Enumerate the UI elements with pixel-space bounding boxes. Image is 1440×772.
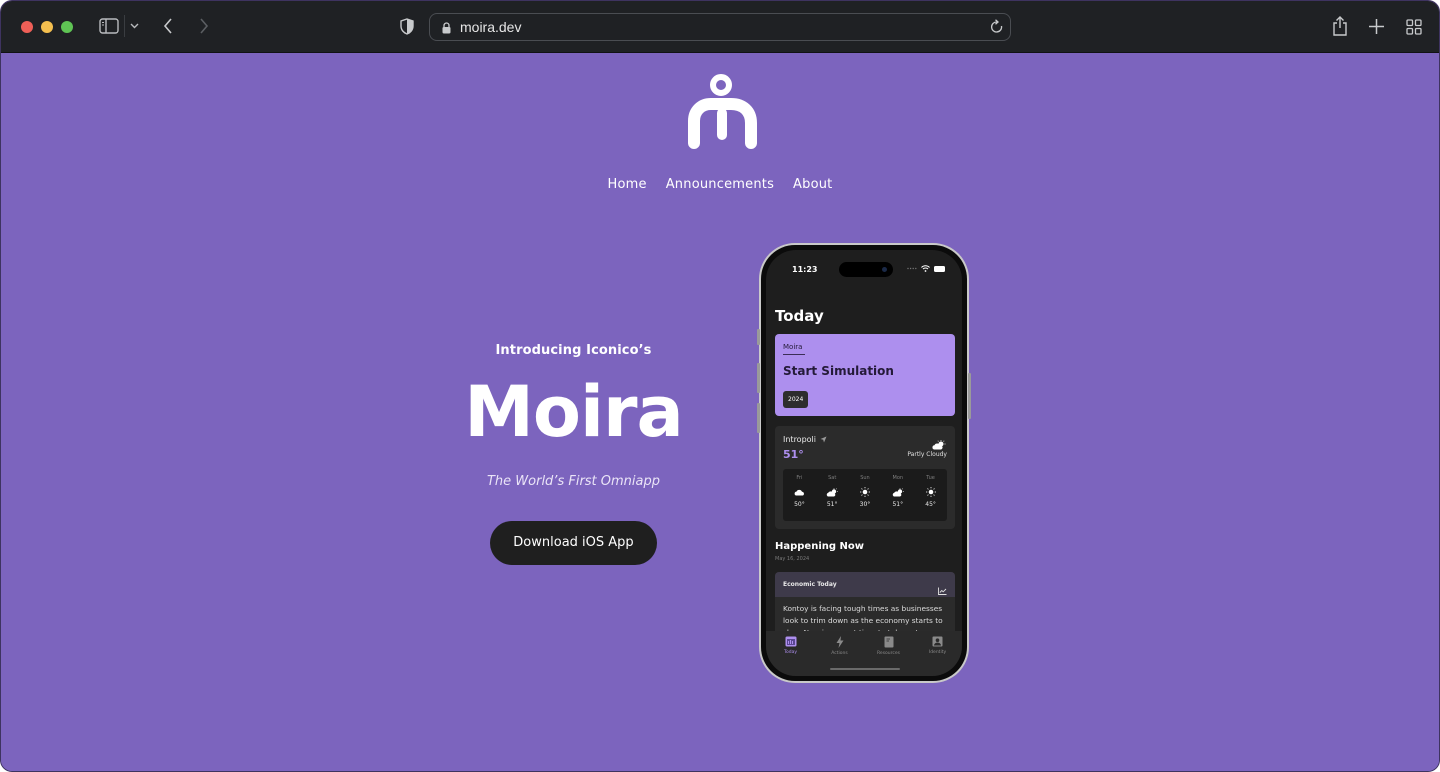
year-badge: 2024 [783,391,809,408]
tab-today[interactable]: Today [771,636,811,676]
shield-icon[interactable] [400,18,414,35]
nav-home[interactable]: Home [608,177,647,192]
hero-intro: Introducing Iconico’s [495,343,652,358]
forecast-day: Fri 50° [785,475,813,521]
hero: Introducing Iconico’s Moira The World’s … [421,343,726,565]
forecast-temp: 50° [794,501,805,508]
url-text[interactable]: moira.dev [460,19,521,35]
lock-icon [442,21,451,39]
calendar-icon [785,636,796,647]
forecast-day-name: Mon [892,475,904,481]
forecast-day: Mon 51° [884,475,912,521]
tab-overview-icon[interactable] [1406,19,1422,35]
share-icon[interactable] [1332,16,1348,36]
forecast-temp: 51° [826,501,838,508]
tab-resources[interactable]: Resources [869,636,909,676]
phone-bezel: 11:23 Today Moira Start Simulation 2024 [761,245,967,681]
location-arrow-icon [820,436,827,443]
home-indicator[interactable] [830,668,900,670]
nav-announcements[interactable]: Announcements [666,177,774,192]
tab-label: Today [783,650,797,655]
page-content: Home Announcements About Introducing Ico… [1,53,1439,771]
forecast-day-name: Sun [860,475,870,481]
forecast-day-name: Sat [828,475,837,481]
news-card-header: Economic Today [775,572,955,597]
happening-now-date: May 16, 2024 [775,556,810,562]
browser-window: moira.dev Home Announcements About Intro… [0,0,1440,772]
wifi-icon [921,265,930,272]
plus-icon[interactable] [1369,19,1384,34]
partly-cloudy-icon [826,485,839,499]
status-time: 11:23 [792,265,818,274]
back-arrow-icon[interactable] [163,18,173,34]
hero-title: Moira [464,371,684,453]
bolt-icon [836,636,843,648]
maximize-window-button[interactable] [61,21,73,33]
cloud-icon [794,485,805,499]
phone-screen: 11:23 Today Moira Start Simulation 2024 [766,250,962,676]
happening-now-heading: Happening Now [775,541,864,552]
sun-icon [859,485,870,499]
weather-current-temp: 51° [783,448,804,461]
sun-icon [925,485,936,499]
weather-city: Intropoli [783,435,827,444]
weather-condition: Partly Cloudy [907,451,947,458]
forward-arrow-icon[interactable] [199,18,209,34]
document-icon [884,636,893,648]
nav-about[interactable]: About [793,177,832,192]
weather-widget[interactable]: Intropoli 51° Partly Cloudy Fri 50° Sat … [775,426,955,529]
tab-label: Identity [928,650,947,655]
screen-title: Today [775,307,824,325]
signal-icon [907,267,917,270]
address-bar[interactable]: moira.dev [429,13,1011,41]
phone-mockup: 11:23 Today Moira Start Simulation 2024 [757,243,971,683]
tab-identity[interactable]: Identity [918,636,958,676]
sim-card-brand: Moira [783,343,805,355]
forecast-temp: 30° [859,501,871,508]
phone-side-button [968,373,971,419]
main-nav: Home Announcements About [1,177,1439,192]
forecast-day-name: Fri [796,475,803,481]
dynamic-island [839,262,893,277]
phone-side-button [757,329,760,345]
weather-city-name: Intropoli [783,435,816,444]
minimize-window-button[interactable] [41,21,53,33]
sidebar-icon[interactable] [99,18,119,34]
forecast-day: Sat 51° [818,475,846,521]
camera-icon [882,267,887,272]
reload-icon[interactable] [990,19,1004,40]
person-badge-icon [932,636,943,647]
forecast-day: Sun 30° [851,475,879,521]
moira-logo[interactable] [687,73,757,151]
forecast-temp: 51° [892,501,904,508]
tab-label: Actions [831,651,848,656]
status-icons [907,265,946,272]
phone-side-button [757,363,760,393]
forecast-day: Tue 45° [917,475,945,521]
tab-label: Resources [877,651,900,656]
weather-forecast: Fri 50° Sat 51° Sun 30° Mon 51° Tue 45° [783,469,947,521]
forecast-day-name: Tue [926,475,935,481]
tab-actions[interactable]: Actions [820,636,860,676]
hero-tagline: The World’s First Omniapp [486,474,661,489]
line-chart-icon [938,580,947,599]
download-ios-app-button[interactable]: Download iOS App [490,521,657,565]
chevron-down-icon[interactable] [130,23,139,29]
start-simulation-card[interactable]: Moira Start Simulation 2024 [775,334,955,416]
forecast-temp: 45° [925,501,936,508]
sim-card-action: Start Simulation [783,364,894,378]
partly-cloudy-icon [892,485,904,499]
close-window-button[interactable] [21,21,33,33]
toolbar-divider [124,15,125,37]
browser-toolbar: moira.dev [1,1,1439,53]
news-card-title: Economic Today [783,581,837,588]
battery-icon [934,265,945,272]
phone-side-button [757,403,760,433]
